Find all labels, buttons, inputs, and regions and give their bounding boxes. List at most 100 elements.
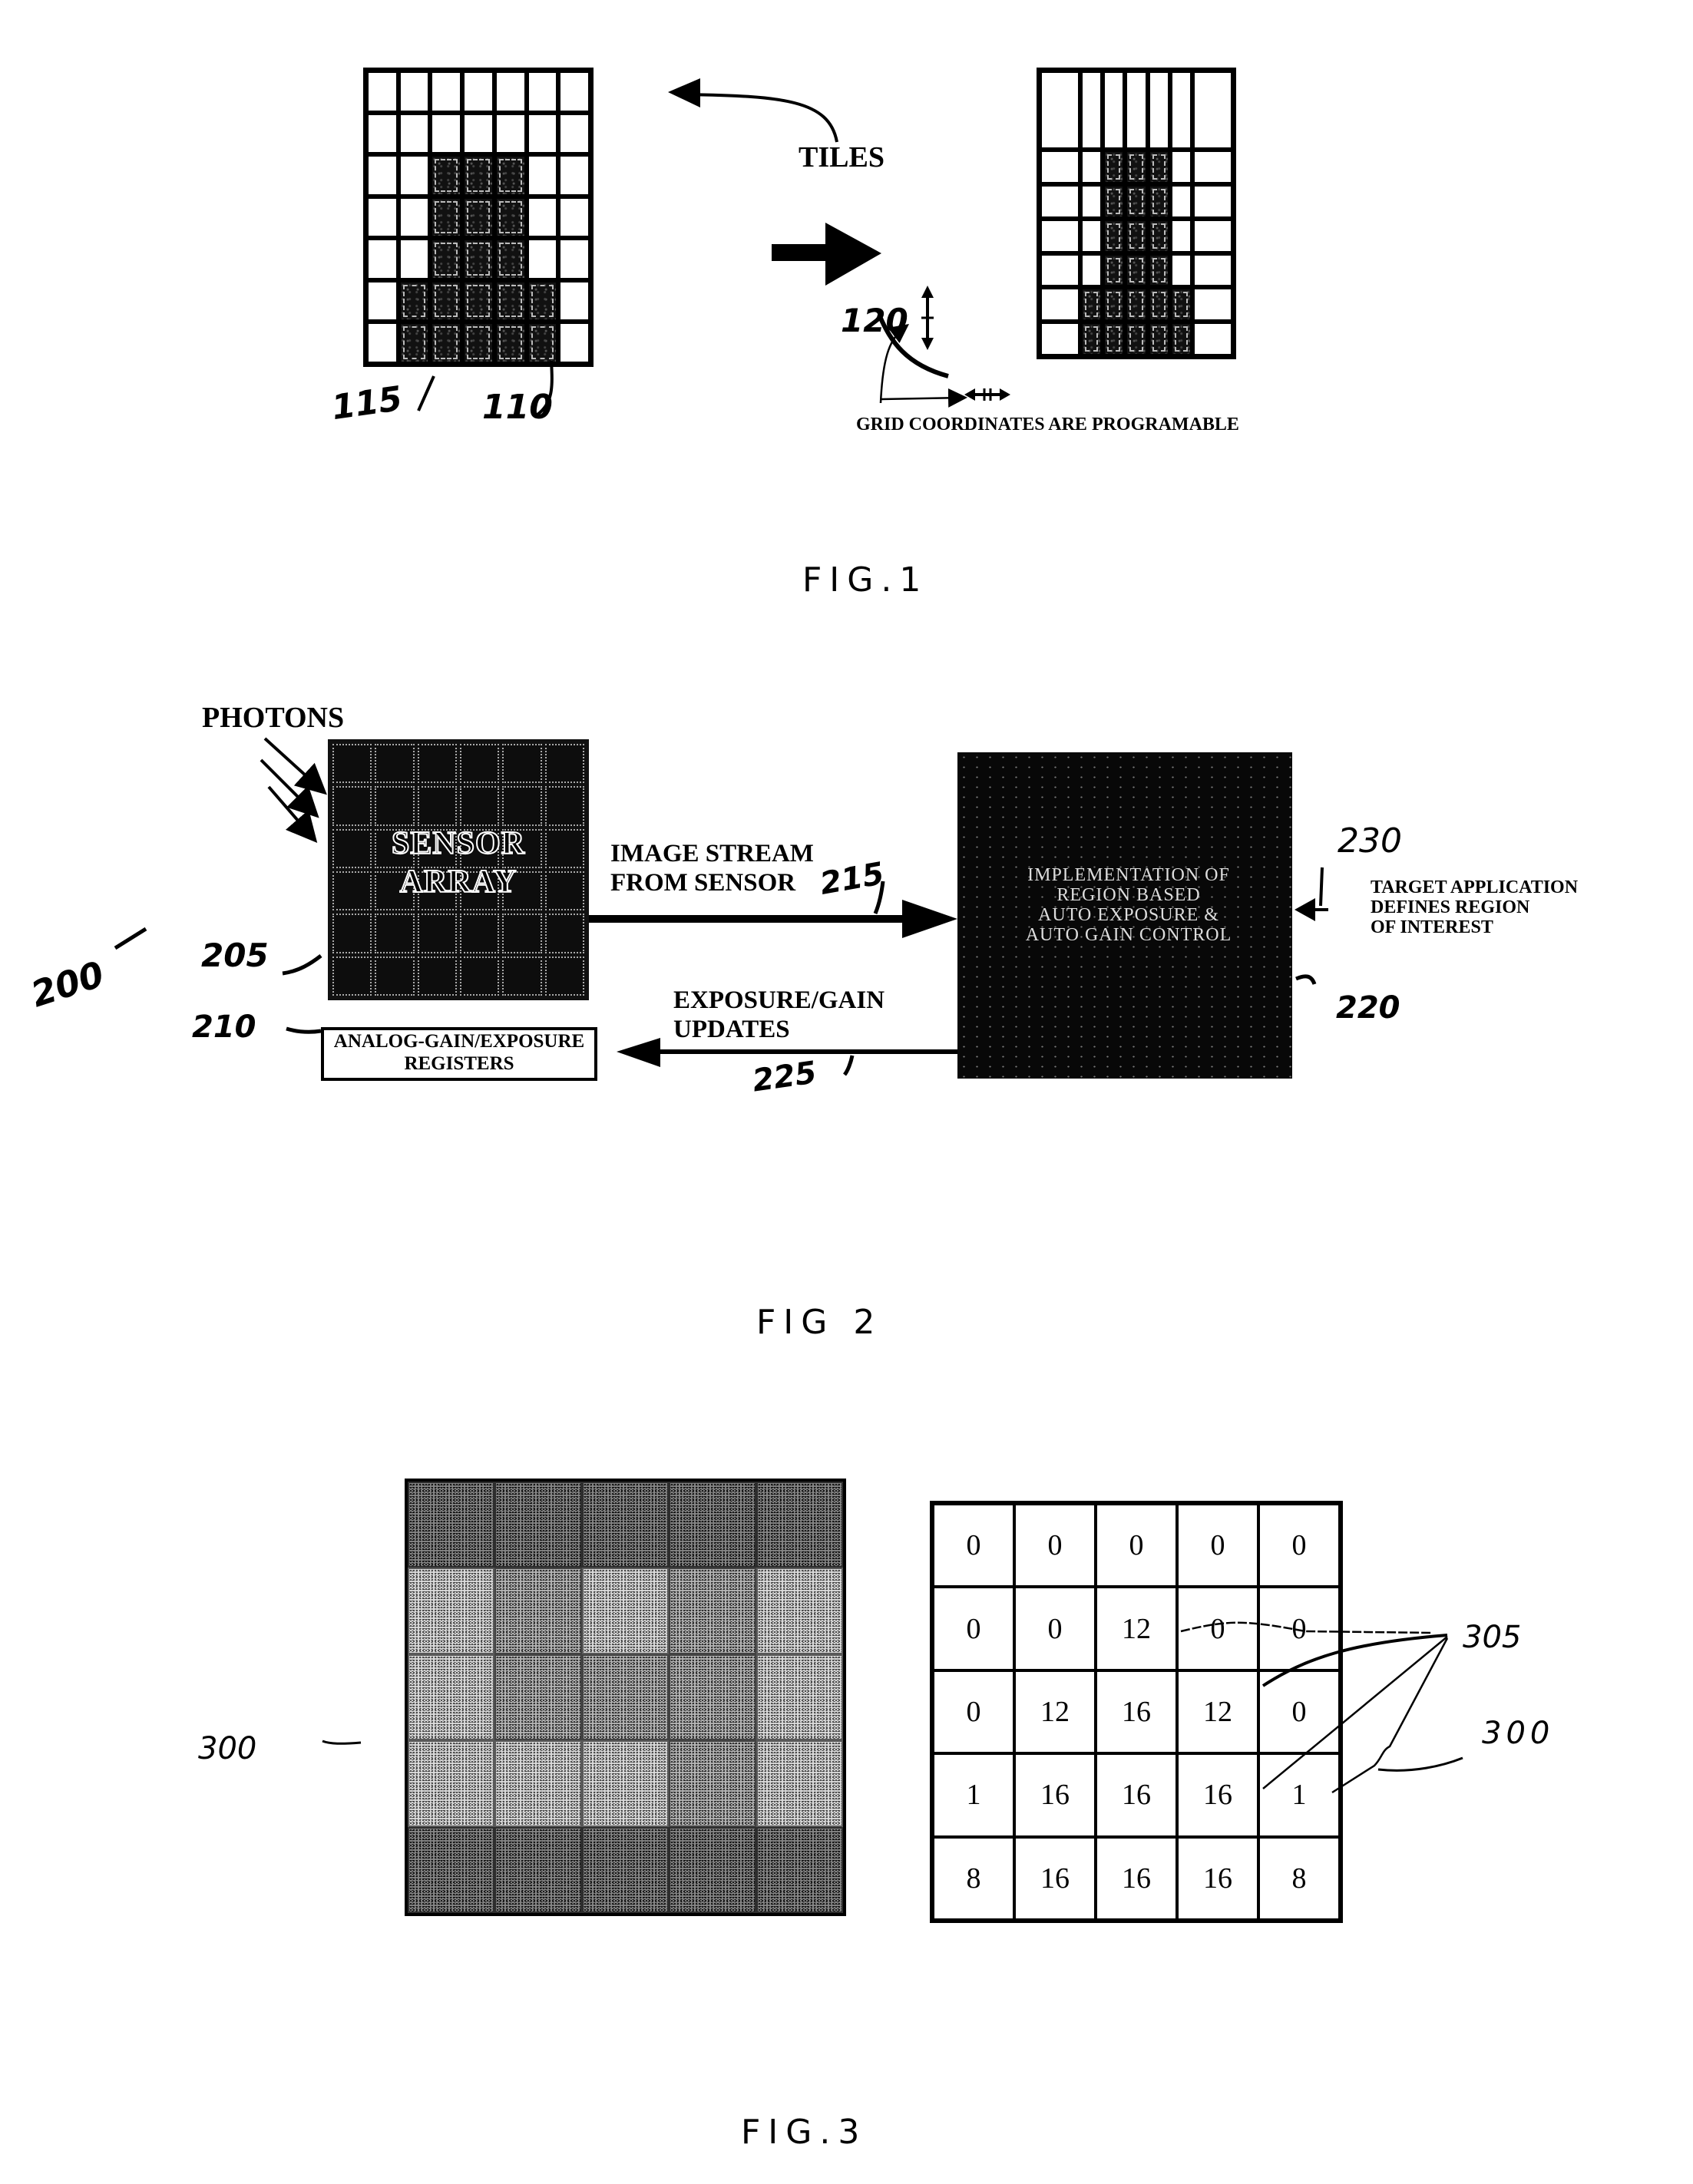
tile-subject [1147,287,1170,322]
sensor-pixel-tile [332,744,372,784]
target-label-line1: TARGET APPLICATION [1371,877,1579,897]
tile [1040,150,1080,184]
tile-subject [1147,183,1170,219]
tile [558,238,590,280]
tile [1192,71,1233,150]
tile-subject [1103,183,1126,219]
tile [398,238,431,280]
tile [1040,183,1080,219]
tile-subject [430,322,463,364]
tile [1040,253,1080,288]
tile-subject [1103,287,1126,322]
image-tile [581,1826,670,1913]
tile-subject [430,238,463,280]
tile [398,154,431,197]
image-tile [581,1740,670,1827]
ref-220: 220 [1336,990,1400,1026]
photons-label: PHOTONS [202,702,345,734]
tile [1040,322,1080,356]
weight-cell: 16 [1177,1753,1258,1837]
image-tile [408,1740,495,1827]
tile-subject [430,154,463,197]
tile-subject [526,322,559,364]
weight-cell: 0 [1177,1504,1258,1588]
tile [398,112,431,155]
tile-subject [494,196,527,239]
tile [462,112,494,155]
weight-cell: 8 [1258,1836,1340,1920]
image-tile [494,1482,582,1568]
tile [1147,71,1170,150]
processor-line: AUTO EXPOSURE & [1038,905,1219,925]
tile [366,71,398,113]
sensor-pixel-tile [459,786,500,826]
tile-subject [1103,218,1126,253]
image-tile [408,1482,495,1568]
tile-subject [462,238,494,280]
tile-subject [398,279,431,322]
tile [1169,253,1193,288]
analog-gain-exposure-registers: ANALOG-GAIN/EXPOSURE REGISTERS [321,1027,597,1081]
tile [1192,218,1233,253]
tile-subject [1103,322,1126,356]
weight-cell: 0 [1014,1587,1096,1670]
tile [1169,218,1193,253]
tile [1080,253,1103,288]
weight-cell: 8 [933,1836,1014,1920]
tile-subject [1147,322,1170,356]
exposure-gain-updates-label: EXPOSURE/GAIN UPDATES [673,986,885,1044]
fig3-caption: FIG.3 [741,2113,868,2152]
ref-115-leader [417,375,435,411]
weight-cell: 16 [1177,1836,1258,1920]
image-tile [756,1568,843,1654]
tile-subject [398,322,431,364]
tile [526,196,559,239]
tile [1169,71,1193,150]
ae-ag-control-label: IMPLEMENTATION OF REGION BASED AUTO EXPO… [990,865,1267,945]
sensor-array-label-line2: ARRAY [399,864,517,900]
tile [430,112,463,155]
sensor-pixel-tile [375,744,415,784]
tile [398,71,431,113]
fig3-weight-table: 0 0 0 0 0 0 0 12 0 0 0 12 16 12 0 1 16 16 16 1 8 16 16 16 8 [930,1501,1343,1923]
tile-subject [1125,287,1148,322]
tile [366,279,398,322]
image-tile [756,1482,843,1568]
sensor-pixel-tile [332,914,372,953]
tile [1040,218,1080,253]
ref-225-leader [842,1055,855,1076]
tile [494,71,527,113]
weight-cell: 0 [933,1587,1014,1670]
tile [558,71,590,113]
image-tile [669,1568,756,1654]
grid-coordinates-note: GRID COORDINATES ARE PROGRAMABLE [856,415,1239,434]
image-tile [581,1482,670,1568]
sensor-pixel-tile [502,956,542,996]
tile [1080,183,1103,219]
tile [558,196,590,239]
image-tile [669,1826,756,1913]
photon-arrow-2 [260,758,319,818]
image-tile [669,1482,756,1568]
ref-300-right: 300 [1482,1716,1555,1751]
image-tile [581,1568,670,1654]
ref-210: 210 [192,1009,256,1045]
tile [366,154,398,197]
tile-subject [430,196,463,239]
ref-300-right-leader [1377,1756,1463,1772]
tile-subject [1125,183,1148,219]
weight-cell: 0 [1177,1587,1258,1670]
tile [558,112,590,155]
ref-305-leader-4 [1331,1637,1449,1794]
vertical-double-arrow-icon [921,286,934,350]
tile [1125,71,1148,150]
tile [558,279,590,322]
image-tile [408,1826,495,1913]
tile [494,112,527,155]
weight-cell: 16 [1096,1836,1177,1920]
tile [366,322,398,364]
sensor-pixel-tile [375,914,415,953]
register-label-line2: REGISTERS [404,1053,514,1074]
tiles-arrowhead [668,78,700,107]
tile [1080,150,1103,184]
